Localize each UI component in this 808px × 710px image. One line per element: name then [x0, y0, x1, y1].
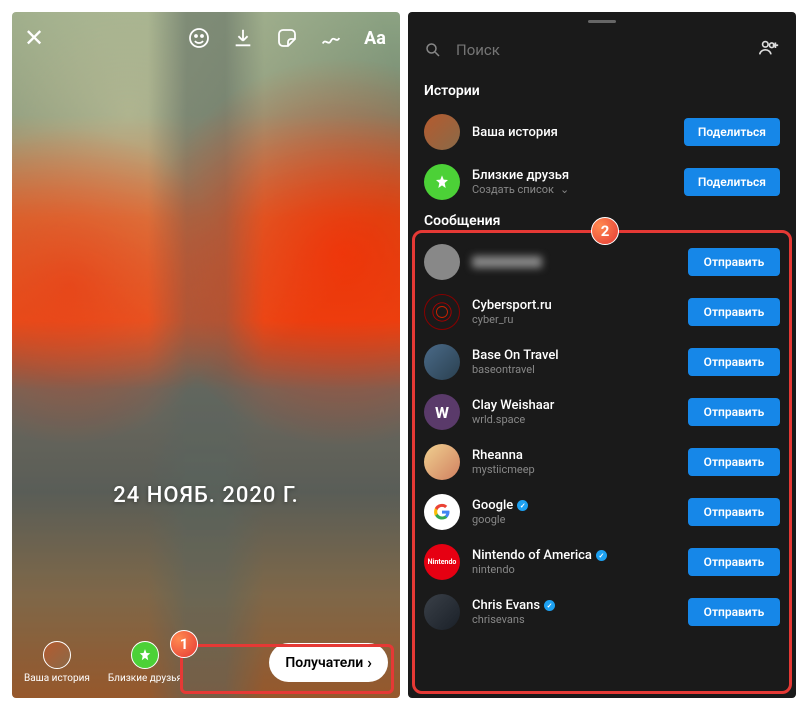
- search-icon: [424, 41, 442, 59]
- row-sub: mystiicmeep: [472, 463, 535, 476]
- avatar: [424, 594, 460, 630]
- search-row: [408, 23, 796, 77]
- target-label: Ваша история: [24, 673, 90, 684]
- story-background-image: [12, 12, 400, 698]
- send-button[interactable]: Отправить: [688, 248, 780, 276]
- verified-icon: [517, 500, 528, 511]
- target-label: Близкие друзья: [108, 673, 182, 684]
- avatar: [424, 244, 460, 280]
- row-name: [472, 256, 542, 268]
- editor-actions: Aa: [186, 25, 388, 51]
- message-row: Google google Отправить: [408, 487, 796, 537]
- row-name: Ваша история: [472, 125, 558, 140]
- message-row: Rheannamystiicmeep Отправить: [408, 437, 796, 487]
- send-button[interactable]: Отправить: [688, 598, 780, 626]
- story-row-close-friends: Близкие друзья Создать список Поделиться: [408, 157, 796, 207]
- sticker-icon[interactable]: [274, 25, 300, 51]
- chevron-down-icon: [558, 183, 569, 196]
- verified-icon: [596, 550, 607, 561]
- avatar: [43, 641, 71, 669]
- editor-topbar: ✕ Aa: [24, 24, 388, 52]
- search-input[interactable]: [456, 41, 744, 59]
- verified-icon: [544, 600, 555, 611]
- avatar: W: [424, 394, 460, 430]
- send-button[interactable]: Отправить: [688, 548, 780, 576]
- row-sub[interactable]: Создать список: [472, 183, 569, 196]
- message-row: Chris Evans chrisevans Отправить: [408, 587, 796, 637]
- row-name: Rheanna: [472, 448, 535, 463]
- row-sub: wrld.space: [472, 413, 554, 426]
- row-sub: baseontravel: [472, 363, 559, 376]
- avatar: [424, 494, 460, 530]
- row-name: Близкие друзья: [472, 168, 569, 183]
- add-people-icon[interactable]: [758, 37, 780, 63]
- row-name: Google: [472, 498, 528, 513]
- message-row: W Clay Weishaarwrld.space Отправить: [408, 387, 796, 437]
- star-icon: [424, 164, 460, 200]
- send-button[interactable]: Отправить: [688, 448, 780, 476]
- avatar: [424, 444, 460, 480]
- draw-icon[interactable]: [318, 25, 344, 51]
- share-button[interactable]: Поделиться: [684, 118, 780, 146]
- row-name: Nintendo of America: [472, 548, 607, 563]
- star-icon: [131, 641, 159, 669]
- messages-section-title: Сообщения: [408, 207, 796, 237]
- row-name: Cybersport.ru: [472, 298, 552, 313]
- share-button[interactable]: Поделиться: [684, 168, 780, 196]
- stories-section-title: Истории: [408, 77, 796, 107]
- story-editor-screen: ✕ Aa 24 НОЯБ. 2020 Г. Ваша история Близк…: [12, 12, 400, 698]
- row-sub: google: [472, 513, 528, 526]
- row-name: Base On Travel: [472, 348, 559, 363]
- avatar: [424, 294, 460, 330]
- avatar: Nintendo: [424, 544, 460, 580]
- share-sheet-screen: Истории Ваша история Поделиться Близкие …: [408, 12, 796, 698]
- close-icon[interactable]: ✕: [24, 24, 44, 52]
- send-button[interactable]: Отправить: [688, 398, 780, 426]
- message-row: Base On Travelbaseontravel Отправить: [408, 337, 796, 387]
- messages-list: ОтправитьCybersport.rucyber_ruОтправитьB…: [408, 237, 796, 637]
- row-sub: cyber_ru: [472, 313, 552, 326]
- annotation-badge-1: 1: [170, 630, 198, 658]
- row-name: Chris Evans: [472, 598, 555, 613]
- download-icon[interactable]: [230, 25, 256, 51]
- text-icon[interactable]: Aa: [362, 25, 388, 51]
- row-name: Clay Weishaar: [472, 398, 554, 413]
- date-sticker[interactable]: 24 НОЯБ. 2020 Г.: [12, 483, 400, 508]
- row-sub: nintendo: [472, 563, 607, 576]
- send-button[interactable]: Отправить: [688, 298, 780, 326]
- message-row: Nintendo Nintendo of America nintendo Отпр…: [408, 537, 796, 587]
- story-row-your-story: Ваша история Поделиться: [408, 107, 796, 157]
- avatar: [424, 344, 460, 380]
- your-story-target[interactable]: Ваша история: [24, 641, 90, 684]
- face-filter-icon[interactable]: [186, 25, 212, 51]
- send-button[interactable]: Отправить: [688, 348, 780, 376]
- message-row: Cybersport.rucyber_ru Отправить: [408, 287, 796, 337]
- message-row: Отправить: [408, 237, 796, 287]
- annotation-box-1: [180, 644, 394, 694]
- avatar: [424, 114, 460, 150]
- send-button[interactable]: Отправить: [688, 498, 780, 526]
- row-sub: chrisevans: [472, 613, 555, 626]
